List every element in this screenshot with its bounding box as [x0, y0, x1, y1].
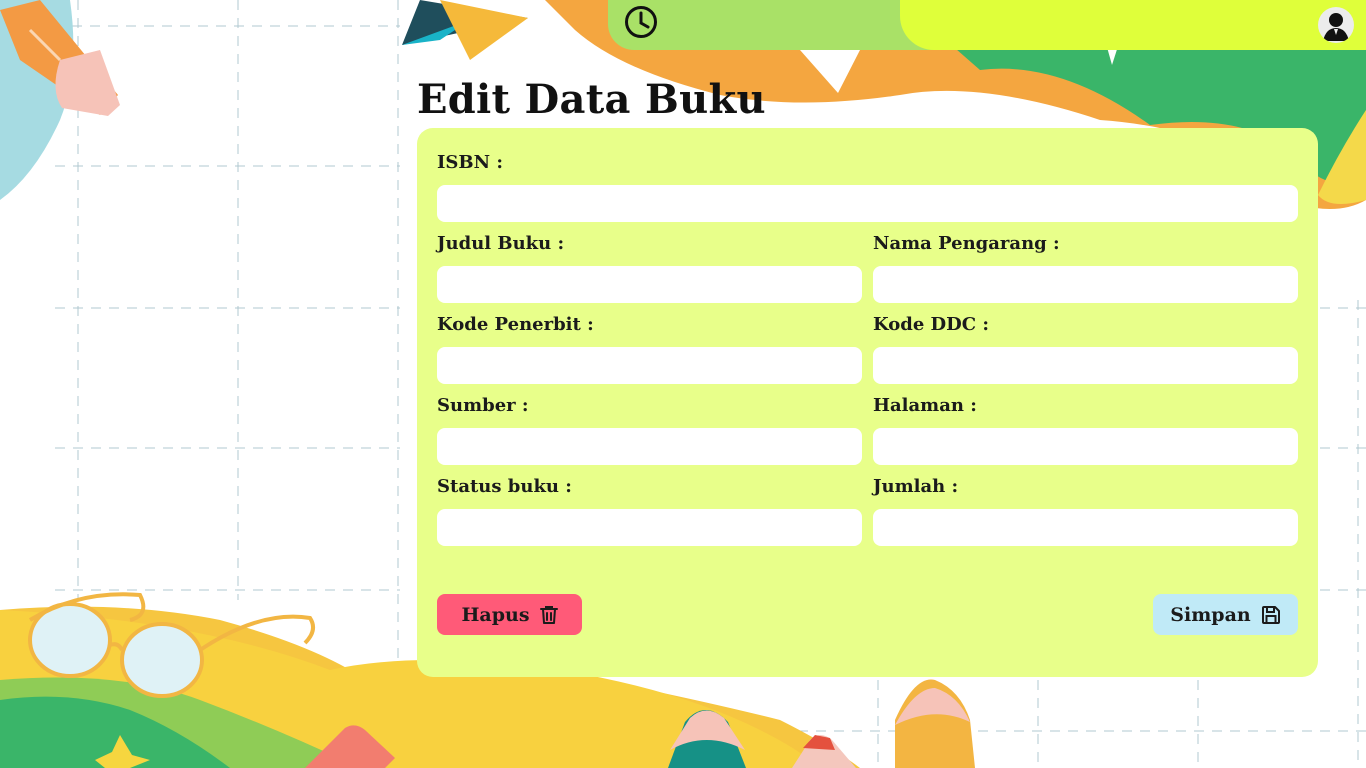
clock-icon[interactable]: [624, 5, 658, 39]
sumber-input[interactable]: [437, 428, 862, 465]
halaman-input[interactable]: [873, 428, 1298, 465]
nama-pengarang-input[interactable]: [873, 266, 1298, 303]
isbn-input[interactable]: [437, 185, 1298, 222]
delete-button[interactable]: Hapus: [437, 594, 582, 635]
header-bar-right: [900, 0, 1366, 50]
halaman-label: Halaman :: [873, 395, 977, 416]
status-buku-label: Status buku :: [437, 476, 572, 497]
save-icon: [1261, 605, 1281, 625]
trash-icon: [539, 605, 558, 625]
jumlah-input[interactable]: [873, 509, 1298, 546]
page-title: Edit Data Buku: [417, 76, 766, 123]
jumlah-label: Jumlah :: [873, 476, 959, 497]
user-avatar-icon[interactable]: [1318, 7, 1354, 43]
kode-penerbit-label: Kode Penerbit :: [437, 314, 594, 335]
status-buku-input[interactable]: [437, 509, 862, 546]
save-button-label: Simpan: [1170, 603, 1251, 626]
header-bar-left: [608, 0, 948, 50]
kode-penerbit-input[interactable]: [437, 347, 862, 384]
judul-buku-label: Judul Buku :: [437, 233, 565, 254]
kode-ddc-input[interactable]: [873, 347, 1298, 384]
nama-pengarang-label: Nama Pengarang :: [873, 233, 1060, 254]
isbn-label: ISBN :: [437, 152, 503, 173]
sumber-label: Sumber :: [437, 395, 529, 416]
delete-button-label: Hapus: [461, 603, 530, 626]
save-button[interactable]: Simpan: [1153, 594, 1298, 635]
judul-buku-input[interactable]: [437, 266, 862, 303]
kode-ddc-label: Kode DDC :: [873, 314, 990, 335]
